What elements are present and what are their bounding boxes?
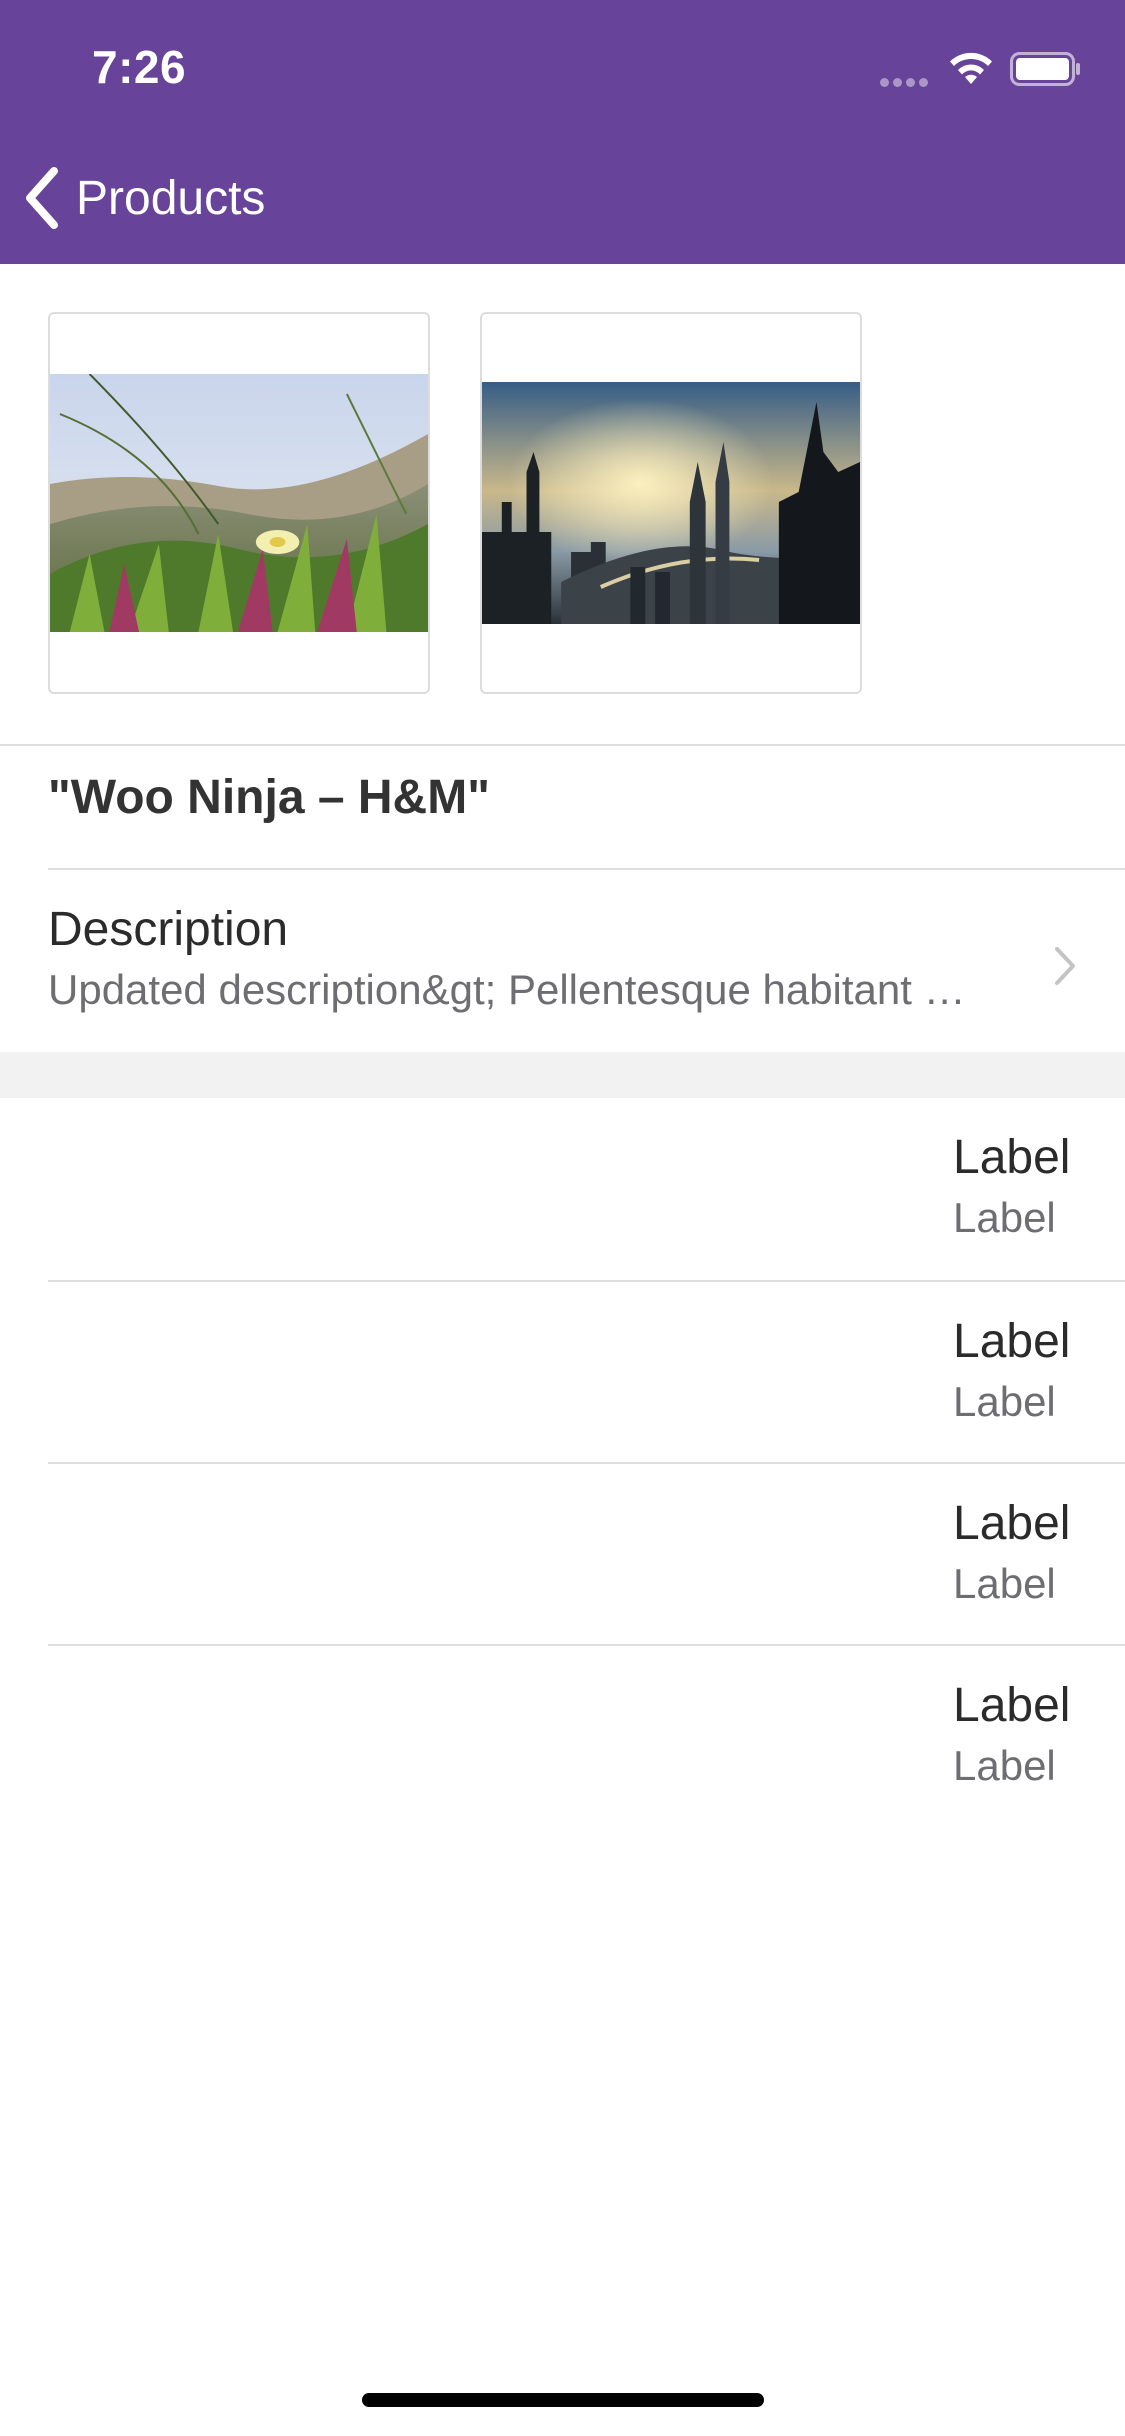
list-item[interactable]: Label Label — [0, 1646, 1125, 1828]
chevron-right-icon — [1055, 947, 1075, 985]
cellular-signal-icon — [880, 74, 936, 87]
description-row[interactable]: Description Updated description&gt; Pell… — [0, 870, 1125, 1052]
product-title[interactable]: "Woo Ninja – H&M" — [48, 770, 490, 825]
futuristic-city-image — [482, 382, 860, 624]
status-time: 7:26 — [92, 41, 187, 93]
home-indicator[interactable] — [362, 2393, 764, 2407]
section-divider — [0, 744, 1125, 746]
battery-icon — [1010, 52, 1080, 86]
product-image-thumbnail[interactable] — [48, 312, 430, 694]
product-images — [0, 264, 1125, 744]
row-subtitle: Label — [953, 1194, 1056, 1241]
row-title: Label — [953, 1315, 1071, 1368]
list-item[interactable]: Label Label — [0, 1098, 1125, 1280]
list-item[interactable]: Label Label — [0, 1282, 1125, 1464]
back-button[interactable]: Products — [22, 160, 265, 236]
list-item[interactable]: Label Label — [0, 1464, 1125, 1646]
row-subtitle: Label — [953, 1560, 1056, 1607]
description-text: Updated description&gt; Pellentesque hab… — [48, 966, 978, 1013]
row-title: Label — [953, 1679, 1071, 1732]
navigation-header: 7:26 Products — [0, 0, 1125, 264]
row-title: Label — [953, 1497, 1071, 1550]
row-subtitle: Label — [953, 1742, 1056, 1789]
row-subtitle: Label — [953, 1378, 1056, 1425]
wifi-icon — [950, 52, 992, 84]
section-gap — [0, 1052, 1125, 1098]
back-button-label: Products — [76, 171, 266, 225]
chevron-left-icon — [26, 167, 58, 229]
product-image-thumbnail[interactable] — [480, 312, 862, 694]
description-label: Description — [48, 903, 289, 956]
dune-grass-flower-image — [50, 374, 428, 632]
row-title: Label — [953, 1131, 1071, 1184]
